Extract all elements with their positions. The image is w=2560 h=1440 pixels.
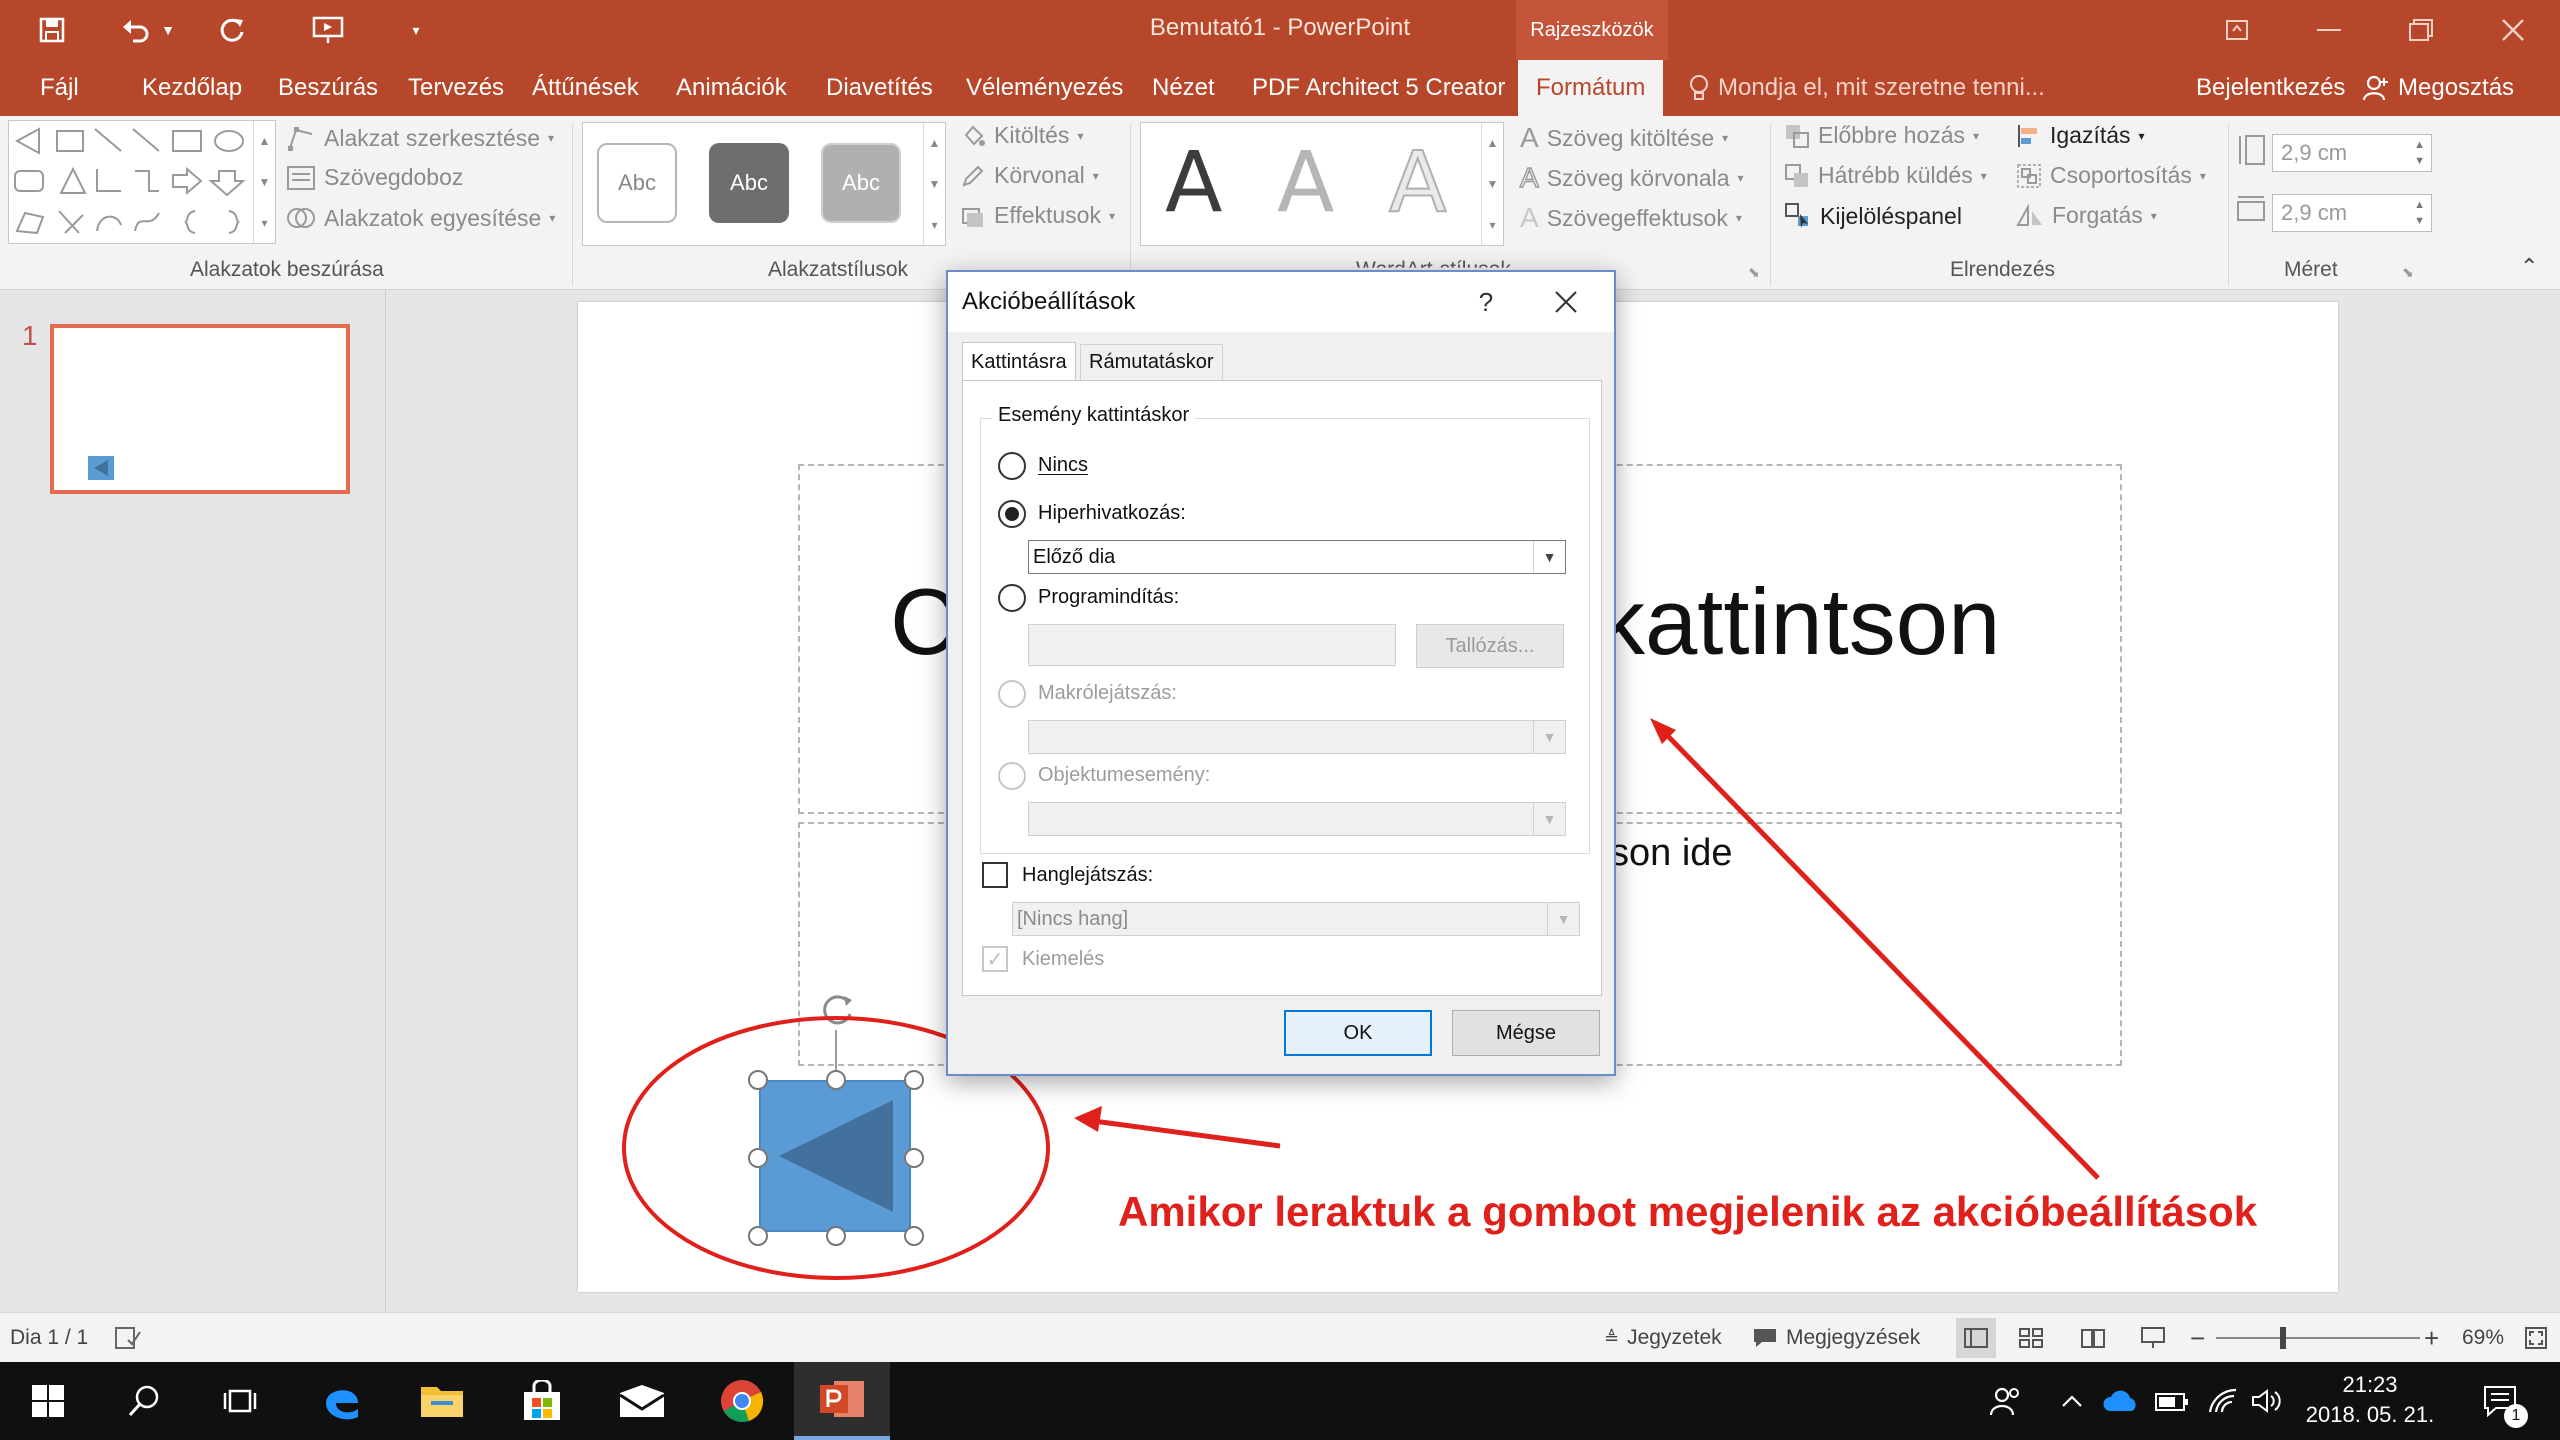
zoom-in-button[interactable]: + — [2424, 1313, 2439, 1363]
chrome-icon[interactable] — [694, 1362, 790, 1440]
notification-badge: 1 — [2504, 1404, 2528, 1428]
dialog-close-button[interactable] — [1536, 278, 1596, 326]
zoom-slider-track — [2216, 1337, 2420, 1339]
radio-hyperlink-label: Hiperhivatkozás: — [1038, 502, 1186, 524]
play-sound-label: Hanglejátszás: — [1022, 864, 1154, 886]
reading-view-button[interactable] — [2080, 1313, 2106, 1363]
mail-icon[interactable] — [594, 1362, 690, 1440]
close-icon — [1555, 291, 1577, 313]
sound-select[interactable]: [Nincs hang] ▼ — [1012, 902, 1580, 936]
slideshow-view-icon — [2141, 1327, 2165, 1348]
comment-icon — [1754, 1329, 1776, 1347]
edge-browser-icon[interactable] — [294, 1362, 390, 1440]
slide-counter: Dia 1 / 1 — [10, 1326, 89, 1349]
radio-none[interactable] — [998, 452, 1026, 480]
radio-run-macro[interactable] — [998, 680, 1026, 708]
radio-run-program-label: Programindítás: — [1038, 586, 1180, 608]
taskbar-clock[interactable]: 21:23 2018. 05. 21. — [2290, 1370, 2450, 1430]
play-sound-checkbox[interactable] — [982, 862, 1008, 888]
radio-object-action-label: Objektumesemény: — [1038, 764, 1211, 786]
file-explorer-icon[interactable] — [394, 1362, 490, 1440]
hyperlink-select[interactable]: Előző dia ▼ — [1028, 540, 1566, 574]
slideshow-view-button[interactable] — [2140, 1313, 2166, 1363]
reading-view-icon — [2081, 1329, 2105, 1348]
radio-hyperlink[interactable] — [998, 500, 1026, 528]
normal-view-icon — [1964, 1328, 1988, 1348]
radio-none-label: Nincs — [1038, 454, 1089, 476]
chevron-down-icon: ▼ — [1547, 903, 1579, 935]
powerpoint-icon[interactable] — [794, 1362, 890, 1440]
chevron-down-icon: ▼ — [1533, 721, 1565, 753]
sound-select-value: [Nincs hang] — [1017, 907, 1129, 930]
onedrive-icon[interactable] — [2098, 1362, 2144, 1440]
dialog-title: Akcióbeállítások — [962, 288, 1136, 315]
object-action-select[interactable]: ▼ — [1028, 802, 1566, 836]
battery-icon[interactable] — [2150, 1362, 2196, 1440]
normal-view-button[interactable] — [1956, 1318, 1996, 1358]
program-path-input[interactable] — [1028, 624, 1396, 666]
spellcheck-icon[interactable] — [114, 1313, 142, 1363]
wifi-icon[interactable] — [2200, 1362, 2246, 1440]
people-icon[interactable] — [1978, 1362, 2034, 1440]
tab-on-hover[interactable]: Rámutatáskor — [1080, 344, 1223, 380]
notes-icon: ≜ — [1604, 1327, 1620, 1348]
hyperlink-select-value: Előző dia — [1033, 545, 1116, 568]
show-hidden-icons-icon[interactable] — [2052, 1362, 2092, 1440]
volume-icon[interactable] — [2246, 1362, 2286, 1440]
action-settings-dialog: Akcióbeállítások ? Kattintásra Rámutatás… — [946, 270, 1616, 1076]
zoom-slider-thumb[interactable] — [2280, 1327, 2286, 1349]
browse-button[interactable]: Tallózás... — [1416, 624, 1564, 668]
help-button[interactable]: ? — [1464, 280, 1508, 324]
highlight-label: Kiemelés — [1022, 948, 1105, 970]
notes-button[interactable]: ≜ Jegyzetek — [1604, 1313, 1722, 1363]
notes-label: Jegyzetek — [1627, 1326, 1722, 1349]
slide-sorter-button[interactable] — [2018, 1313, 2044, 1363]
zoom-slider[interactable] — [2216, 1313, 2420, 1363]
clock-date: 2018. 05. 21. — [2305, 1402, 2435, 1427]
comments-button[interactable]: Megjegyzések — [1752, 1313, 1920, 1363]
click-action-group-label: Esemény kattintáskor — [992, 404, 1196, 427]
status-bar: Dia 1 / 1 ≜ Jegyzetek Megjegyzések − + 6… — [0, 1312, 2560, 1362]
windows-start-icon[interactable] — [0, 1362, 96, 1440]
highlight-checkbox[interactable]: ✓ — [982, 946, 1008, 972]
task-view-icon[interactable] — [192, 1362, 288, 1440]
store-icon[interactable] — [494, 1362, 590, 1440]
chevron-down-icon: ▼ — [1533, 803, 1565, 835]
clock-time: 21:23 — [2342, 1372, 2398, 1397]
slide-sorter-icon — [2019, 1328, 2043, 1348]
windows-taskbar: 21:23 2018. 05. 21. 1 — [0, 1362, 2560, 1440]
macro-select[interactable]: ▼ — [1028, 720, 1566, 754]
radio-object-action[interactable] — [998, 762, 1026, 790]
fit-to-window-icon[interactable] — [2524, 1313, 2548, 1363]
action-center-icon[interactable]: 1 — [2470, 1362, 2530, 1440]
cancel-button[interactable]: Mégse — [1452, 1010, 1600, 1056]
dialog-titlebar: Akcióbeállítások ? — [948, 272, 1614, 332]
comments-label: Megjegyzések — [1786, 1326, 1921, 1349]
annotation-caption: Amikor leraktuk a gombot megjelenik az a… — [1118, 1188, 2258, 1235]
zoom-level[interactable]: 69% — [2462, 1313, 2504, 1363]
radio-run-macro-label: Makrólejátszás: — [1038, 682, 1177, 704]
chevron-down-icon: ▼ — [1533, 541, 1565, 573]
ok-button[interactable]: OK — [1284, 1010, 1432, 1056]
tab-on-click[interactable]: Kattintásra — [962, 342, 1076, 382]
zoom-out-button[interactable]: − — [2190, 1313, 2205, 1363]
annotation-arrow-left — [1085, 1117, 1281, 1149]
radio-run-program[interactable] — [998, 584, 1026, 612]
search-icon[interactable] — [96, 1362, 192, 1440]
annotation-arrow-up — [1660, 728, 2100, 1180]
